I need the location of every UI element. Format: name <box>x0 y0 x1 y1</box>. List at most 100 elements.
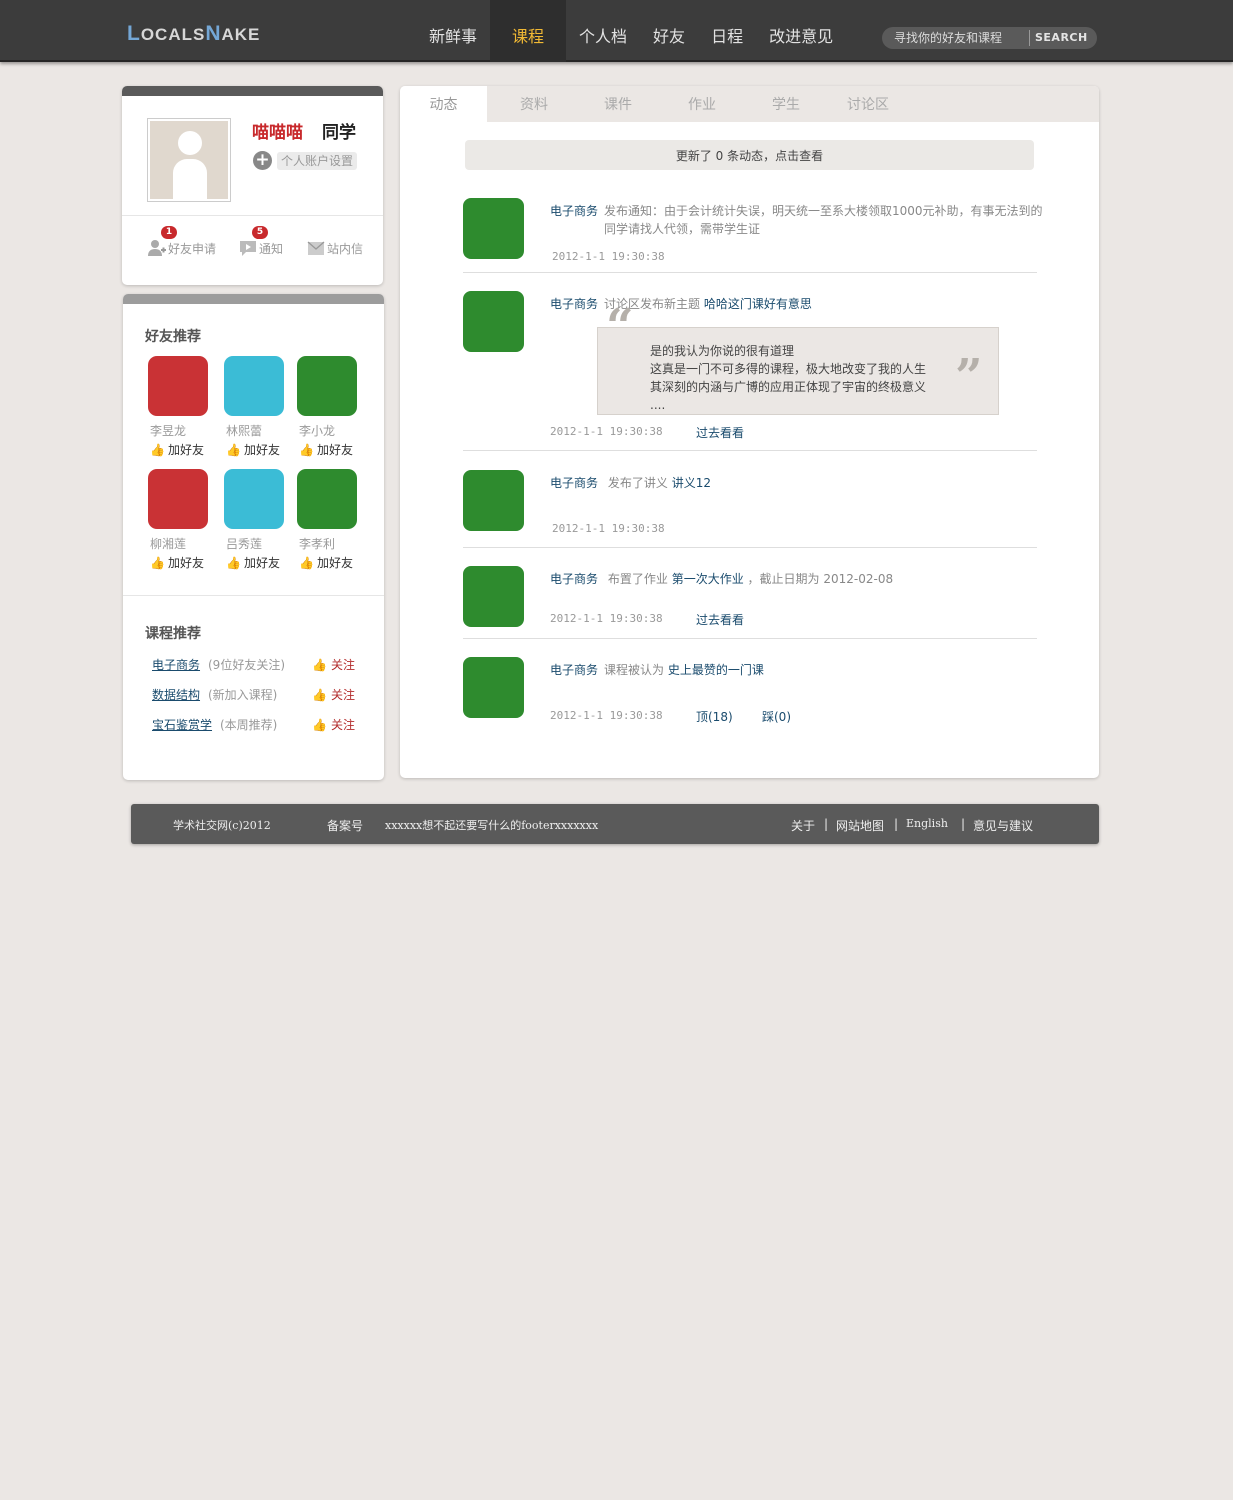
logo-letter-n: N <box>205 22 222 45</box>
add-friend-button[interactable]: 👍 加好友 <box>150 441 204 458</box>
feed-text: 发布通知：由于会计统计失误，明天统一至系大楼领取1000元补助，有事无法到的同学… <box>604 204 1043 236</box>
plus-circle-icon[interactable]: + <box>253 151 272 170</box>
friend-name[interactable]: 吕秀莲 <box>226 535 262 552</box>
tab-students[interactable]: 学生 <box>752 86 820 122</box>
course-recommend-item: 宝石鉴赏学 (本周推荐) 👍 关注 <box>152 716 372 734</box>
course-link[interactable]: 宝石鉴赏学 <box>152 716 212 733</box>
speech-bubble-icon <box>240 241 256 256</box>
feed-source[interactable]: 电子商务 <box>550 663 598 677</box>
add-friend-button[interactable]: 👍 加好友 <box>299 554 353 571</box>
friend-name[interactable]: 李昱龙 <box>150 422 186 439</box>
feed-item: 电子商务 布置了作业 第一次大作业 ，截止日期为 2012-02-08 2012… <box>463 566 1037 639</box>
friend-card: 李昱龙 👍 加好友 <box>148 356 218 466</box>
friend-avatar[interactable] <box>224 356 284 416</box>
thumbs-up-icon: 👍 <box>226 443 241 457</box>
nav-item-schedule[interactable]: 日程 <box>698 0 756 62</box>
footer-separator: | <box>961 817 966 831</box>
upvote-button[interactable]: 顶(18) <box>696 708 733 725</box>
quote-text: 是的我认为你说的很有道理 这真是一门不可多得的课程，极大地改变了我的人生 其深刻… <box>650 344 927 410</box>
go-view-link[interactable]: 过去看看 <box>696 611 744 628</box>
friend-name[interactable]: 李小龙 <box>299 422 335 439</box>
course-avatar[interactable] <box>463 566 524 627</box>
feed-divider <box>463 450 1037 451</box>
update-notice-bar[interactable]: 更新了 0 条动态，点击查看 <box>465 140 1034 170</box>
add-friend-button[interactable]: 👍 加好友 <box>226 554 280 571</box>
tab-courseware[interactable]: 课件 <box>584 86 652 122</box>
friend-avatar[interactable] <box>148 356 208 416</box>
search-divider <box>1029 30 1030 46</box>
account-settings-button[interactable]: 个人账户设置 <box>277 152 358 170</box>
user-name[interactable]: 喵喵喵 <box>252 118 303 143</box>
friend-card: 李孝利 👍 加好友 <box>297 469 367 579</box>
friend-name[interactable]: 李孝利 <box>299 535 335 552</box>
friend-name[interactable]: 林熙蕾 <box>226 422 262 439</box>
feed-item: 电子商务 讨论区发布新主题 哈哈这门课好有意思 “ 是的我认为你说的很有道理 这真… <box>463 291 1037 451</box>
friend-avatar[interactable] <box>148 469 208 529</box>
search-input[interactable] <box>894 30 1026 46</box>
feed-link[interactable]: 哈哈这门课好有意思 <box>704 297 812 311</box>
follow-button[interactable]: 👍 关注 <box>312 656 355 673</box>
course-link[interactable]: 电子商务 <box>152 656 200 673</box>
logo-text-ake: AKE <box>221 25 261 44</box>
tab-materials[interactable]: 资料 <box>500 86 568 122</box>
tab-homework[interactable]: 作业 <box>668 86 736 122</box>
profile-panel: 喵喵喵 同学 + 个人账户设置 1 好友申请 5 通知 站内信 <box>122 86 383 285</box>
feed-source[interactable]: 电子商务 <box>550 202 598 238</box>
feed-source[interactable]: 电子商务 <box>550 476 598 490</box>
search-box: SEARCH <box>882 27 1097 49</box>
downvote-button[interactable]: 踩(0) <box>762 708 791 725</box>
feed-text: 布置了作业 <box>607 572 668 586</box>
nav-item-friends[interactable]: 好友 <box>640 0 698 62</box>
footer-link-about[interactable]: 关于 <box>791 817 815 834</box>
footer-link-sitemap[interactable]: 网站地图 <box>836 817 884 834</box>
avatar[interactable] <box>147 118 231 202</box>
add-friend-button[interactable]: 👍 加好友 <box>150 554 204 571</box>
tab-activity[interactable]: 动态 <box>400 86 487 122</box>
nav-item-courses[interactable]: 课程 <box>490 0 567 62</box>
course-tabs: 动态 资料 课件 作业 学生 讨论区 <box>400 86 1099 122</box>
add-friend-button[interactable]: 👍 加好友 <box>226 441 280 458</box>
add-friend-button[interactable]: 👍 加好友 <box>299 441 353 458</box>
nav-item-profile[interactable]: 个人档 <box>566 0 640 62</box>
follow-button[interactable]: 👍 关注 <box>312 686 355 703</box>
go-view-link[interactable]: 过去看看 <box>696 424 744 441</box>
course-avatar[interactable] <box>463 198 524 259</box>
quick-link-label: 好友申请 <box>168 242 217 256</box>
feed-text: 发布了讲义 <box>607 476 668 490</box>
friend-card: 柳湘莲 👍 加好友 <box>148 469 218 579</box>
nav-item-feedback[interactable]: 改进意见 <box>756 0 846 62</box>
tab-discussion[interactable]: 讨论区 <box>836 86 900 122</box>
feed-source[interactable]: 电子商务 <box>550 572 598 586</box>
footer-beian-label: 备案号 <box>327 819 364 833</box>
feed-divider <box>463 272 1037 273</box>
site-logo[interactable]: LOCALSNAKE <box>127 22 260 46</box>
notification-badge: 1 <box>161 226 177 239</box>
close-quote-icon: ” <box>955 349 983 405</box>
friend-card: 李小龙 👍 加好友 <box>297 356 367 466</box>
feed-link[interactable]: 史上最赞的一门课 <box>668 663 764 677</box>
feed-source[interactable]: 电子商务 <box>550 297 598 311</box>
course-avatar[interactable] <box>463 291 524 352</box>
envelope-icon <box>307 241 325 255</box>
friend-avatar[interactable] <box>224 469 284 529</box>
course-avatar[interactable] <box>463 470 524 531</box>
friend-avatar[interactable] <box>297 469 357 529</box>
quote-box: “ 是的我认为你说的很有道理 这真是一门不可多得的课程，极大地改变了我的人生 其… <box>597 303 999 415</box>
follow-button[interactable]: 👍 关注 <box>312 716 355 733</box>
feed-link[interactable]: 第一次大作业 <box>672 572 744 586</box>
thumbs-up-icon: 👍 <box>312 688 327 702</box>
course-avatar[interactable] <box>463 657 524 718</box>
feed-divider <box>463 547 1037 548</box>
course-meta: (9位好友关注) <box>208 658 285 672</box>
search-button[interactable]: SEARCH <box>1035 31 1088 44</box>
footer-link-english[interactable]: English <box>906 817 948 830</box>
friend-name[interactable]: 柳湘莲 <box>150 535 186 552</box>
nav-item-news[interactable]: 新鲜事 <box>416 0 490 62</box>
course-link[interactable]: 数据结构 <box>152 686 200 703</box>
feed-link[interactable]: 讲义12 <box>672 476 711 490</box>
feed-time: 2012-1-1 19:30:38 <box>550 709 663 722</box>
footer-link-feedback[interactable]: 意见与建议 <box>973 817 1033 834</box>
friend-avatar[interactable] <box>297 356 357 416</box>
friend-card: 吕秀莲 👍 加好友 <box>224 469 294 579</box>
feed-item: 电子商务 课程被认为 史上最赞的一门课 2012-1-1 19:30:38 顶(1… <box>463 657 1037 727</box>
